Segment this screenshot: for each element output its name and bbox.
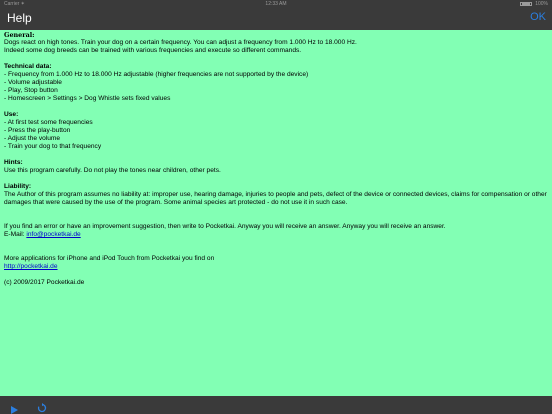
battery-icon [520, 2, 532, 6]
use-heading: Use: [4, 111, 19, 118]
email-label: E-Mail: [4, 231, 27, 238]
battery-percent: 100% [535, 1, 548, 7]
hints-line: Use this program carefully. Do not play … [4, 167, 221, 174]
liability-text: The Author of this program assumes no li… [4, 191, 547, 206]
technical-line: - Frequency from 1.000 Hz to 18.000 Hz a… [4, 71, 309, 78]
play-icon[interactable] [10, 401, 18, 414]
copyright-line: (c) 2009/2017 Pocketkai.de [4, 279, 85, 286]
liability-heading: Liability: [4, 183, 32, 190]
use-line: - Train your dog to that frequency [4, 143, 102, 150]
general-line: Indeed some dog breeds can be trained wi… [4, 47, 302, 54]
email-row: E-Mail: info@pocketkai.de [4, 231, 550, 239]
use-line: - Press the play-button [4, 127, 71, 134]
use-line: - At first test some frequencies [4, 119, 93, 126]
general-line: Dogs react on high tones. Train your dog… [4, 39, 357, 46]
feedback-line: If you find an error or have an improvem… [4, 223, 446, 230]
website-link[interactable]: http://pocketkai.de [4, 263, 58, 270]
technical-line: - Play, Stop button [4, 87, 58, 94]
bottom-toolbar [0, 396, 552, 414]
ok-button[interactable]: OK [530, 11, 546, 23]
more-apps-line: More applications for iPhone and iPod To… [4, 255, 215, 262]
technical-heading: Technical data: [4, 63, 52, 70]
email-link[interactable]: info@pocketkai.de [26, 231, 80, 238]
replay-icon[interactable] [37, 400, 47, 413]
help-content[interactable]: General: Dogs react on high tones. Train… [4, 31, 550, 395]
technical-line: - Homescreen > Settings > Dog Whistle se… [4, 95, 171, 102]
use-line: - Adjust the volume [4, 135, 61, 142]
website-row: http://pocketkai.de [4, 263, 550, 271]
general-heading: General: [4, 31, 35, 39]
navigation-bar: Help OK [0, 8, 552, 30]
hints-heading: Hints: [4, 159, 23, 166]
page-title: Help [7, 11, 32, 25]
clock-label: 12:33 AM [265, 1, 287, 7]
status-bar: Carrier ✶ 12:33 AM 100% [0, 0, 552, 8]
technical-line: - Volume adjustable [4, 79, 62, 86]
